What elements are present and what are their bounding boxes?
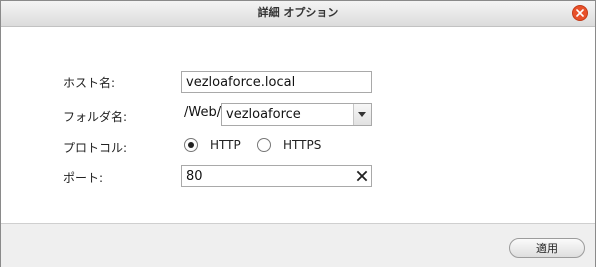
protocol-http-label[interactable]: HTTP [210, 138, 241, 152]
protocol-http-radio[interactable] [184, 138, 198, 152]
port-label: ポート: [63, 171, 104, 185]
protocol-https-label[interactable]: HTTPS [283, 138, 321, 152]
protocol-https-radio[interactable] [257, 138, 271, 152]
host-name-input[interactable] [181, 71, 372, 93]
folder-select-value: vezloaforce [226, 107, 301, 122]
apply-button[interactable]: 適用 [509, 238, 585, 258]
port-input[interactable] [181, 165, 372, 187]
host-name-label: ホスト名: [63, 76, 116, 90]
advanced-options-dialog: 詳細 オプション ホスト名: フォルダ名: /Web/ vezloaforce … [0, 0, 596, 267]
close-icon [576, 9, 584, 17]
dialog-title: 詳細 オプション [257, 6, 339, 19]
dialog-footer: 適用 [1, 223, 595, 267]
dropdown-button[interactable] [353, 104, 371, 125]
clear-icon[interactable] [356, 170, 368, 182]
dialog-titlebar: 詳細 オプション [1, 1, 595, 27]
folder-select[interactable]: vezloaforce [221, 103, 372, 126]
close-button[interactable] [572, 5, 588, 21]
folder-path-prefix: /Web/ [184, 105, 222, 120]
folder-name-label: フォルダ名: [63, 110, 128, 124]
protocol-label: プロトコル: [63, 141, 128, 155]
chevron-down-icon [358, 112, 366, 117]
